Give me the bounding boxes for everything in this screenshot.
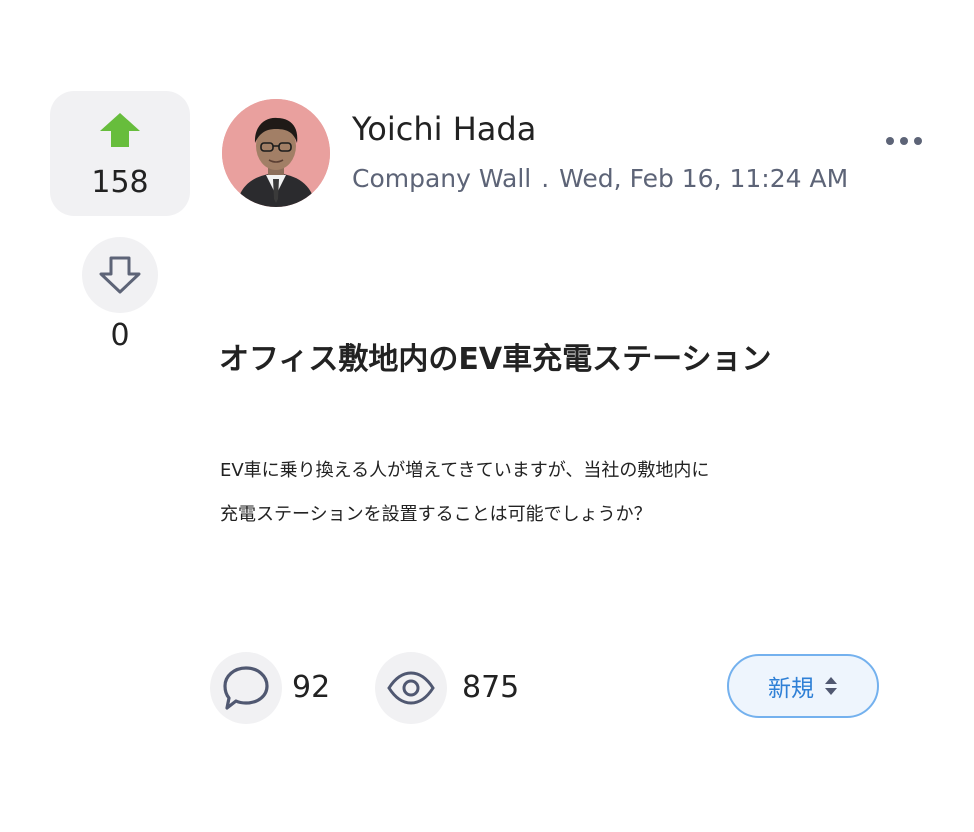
- post-body: EV車に乗り換える人が増えてきていますが、当社の敷地内に 充電ステーションを設置…: [220, 449, 709, 537]
- eye-icon: [387, 671, 435, 705]
- view-count: 875: [462, 670, 520, 705]
- status-label: 新規: [768, 676, 814, 702]
- sort-caret-icon: [825, 677, 837, 695]
- post-body-line: EV車に乗り換える人が増えてきていますが、当社の敷地内に: [220, 460, 710, 481]
- downvote-count: 0: [110, 318, 130, 353]
- post-body-line: 充電ステーションを設置することは可能でしょうか？: [220, 504, 652, 525]
- upvote-button[interactable]: 158: [50, 91, 190, 216]
- ellipsis-icon: [886, 137, 922, 145]
- upvote-count: 158: [91, 165, 149, 200]
- avatar[interactable]: [222, 99, 330, 207]
- channel-link[interactable]: Company Wall: [352, 164, 531, 193]
- speech-bubble-icon: [223, 666, 269, 710]
- status-select[interactable]: 新規: [727, 654, 879, 718]
- post-timestamp: Wed, Feb 16, 11:24 AM: [559, 164, 849, 193]
- arrow-up-icon: [100, 113, 140, 147]
- meta-separator: .: [541, 164, 550, 193]
- views-indicator: [375, 652, 447, 724]
- comment-count: 92: [292, 670, 331, 705]
- post-title: オフィス敷地内のEV車充電ステーション: [219, 342, 772, 377]
- comments-button[interactable]: [210, 652, 282, 724]
- avatar-portrait: [222, 99, 330, 207]
- downvote-button[interactable]: [82, 237, 158, 313]
- arrow-down-outline-icon: [99, 256, 141, 294]
- post-meta: Company Wall. Wed, Feb 16, 11:24 AM: [352, 164, 848, 193]
- author-name[interactable]: Yoichi Hada: [352, 110, 536, 148]
- more-options-button[interactable]: [882, 128, 926, 154]
